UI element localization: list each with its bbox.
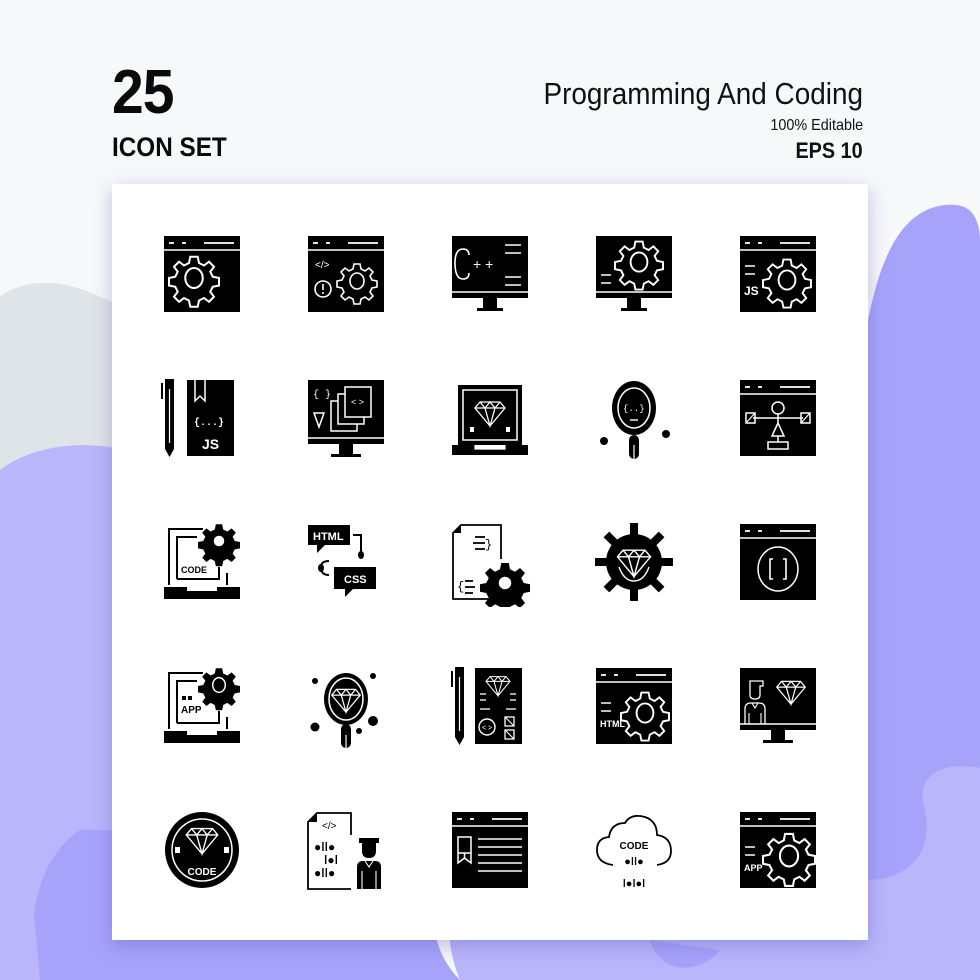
laptop-diamond-icon bbox=[445, 373, 535, 463]
svg-text:</>: </> bbox=[322, 821, 337, 832]
magnifier-diamond-icon bbox=[301, 661, 391, 751]
svg-text:●ǀǀ●: ●ǀǀ● bbox=[314, 866, 335, 880]
svg-text:{: { bbox=[457, 580, 464, 594]
js-label: JS bbox=[744, 284, 759, 298]
monitor-cplusplus-icon: + + bbox=[445, 229, 535, 319]
html-css-chat-icon: HTML CSS bbox=[301, 517, 391, 607]
code-diamond-badge-icon: CODE bbox=[157, 805, 247, 895]
format-label: EPS 10 bbox=[795, 138, 863, 163]
browser-app-gear-icon: APP bbox=[733, 805, 823, 895]
set-title: Programming And Coding bbox=[543, 76, 863, 111]
code-label: CODE bbox=[188, 867, 217, 878]
icon-set-label: ICON SET bbox=[112, 132, 227, 162]
app-label: APP bbox=[744, 863, 763, 873]
browser-code-warning-gear-icon: </> bbox=[301, 229, 391, 319]
svg-text:+ +: + + bbox=[473, 256, 493, 272]
monitor-gear-icon bbox=[589, 229, 679, 319]
monitor-code-layers-icon: { } < > bbox=[301, 373, 391, 463]
svg-text:●ǀǀ●: ●ǀǀ● bbox=[624, 856, 643, 868]
pen-diamond-document-icon: < > bbox=[445, 661, 535, 751]
browser-bookmark-text-icon bbox=[445, 805, 535, 895]
svg-text:ǀ●ǀ●ǀ: ǀ●ǀ●ǀ bbox=[623, 878, 646, 890]
gear-diamond-icon bbox=[589, 517, 679, 607]
svg-text:{ }: { } bbox=[313, 389, 331, 401]
icon-grid: </> + + JS {...} JS {} < > {..} CODE HT… bbox=[112, 184, 868, 940]
document-binary-developer-icon: </> ●ǀǀ● ǀ●ǀ ●ǀǀ● bbox=[301, 805, 391, 895]
browser-gear-icon bbox=[157, 229, 247, 319]
browser-js-gear-icon: JS bbox=[733, 229, 823, 319]
cloud-code-binary-icon: CODE ●ǀǀ● ǀ●ǀ●ǀ bbox=[589, 805, 679, 895]
svg-text:{..}: {..} bbox=[623, 404, 645, 414]
laptop-app-gear-icon: APP bbox=[157, 661, 247, 751]
lavender-blob-bottom-right bbox=[868, 940, 980, 980]
browser-html-gear-icon: HTML bbox=[589, 661, 679, 751]
svg-text:</>: </> bbox=[315, 260, 330, 271]
browser-flowchart-icon bbox=[733, 373, 823, 463]
svg-text:< >: < > bbox=[482, 725, 492, 732]
icon-count: 25 bbox=[112, 58, 175, 127]
code-label: CODE bbox=[620, 841, 649, 852]
icon-card: </> + + JS {...} JS {} < > {..} CODE HT… bbox=[112, 184, 868, 940]
css-label: CSS bbox=[344, 574, 367, 586]
svg-text:ǀ●ǀ: ǀ●ǀ bbox=[324, 853, 338, 867]
code-label: CODE bbox=[181, 565, 207, 575]
js-label: JS bbox=[202, 436, 219, 452]
browser-brackets-icon bbox=[733, 517, 823, 607]
svg-text:}: } bbox=[485, 538, 492, 552]
html-label: HTML bbox=[313, 531, 344, 543]
laptop-code-gear-icon: CODE bbox=[157, 517, 247, 607]
monitor-developer-diamond-icon bbox=[733, 661, 823, 751]
pen-js-book-icon: {...} JS bbox=[157, 373, 247, 463]
svg-text:●ǀǀ●: ●ǀǀ● bbox=[314, 840, 335, 854]
editable-note: 100% Editable bbox=[770, 117, 863, 134]
app-label: APP bbox=[181, 705, 202, 716]
magnifier-code-icon: {..} bbox=[589, 373, 679, 463]
svg-text:{...}: {...} bbox=[194, 417, 224, 429]
document-code-gear-icon: } { bbox=[445, 517, 535, 607]
svg-text:< >: < > bbox=[351, 397, 364, 407]
